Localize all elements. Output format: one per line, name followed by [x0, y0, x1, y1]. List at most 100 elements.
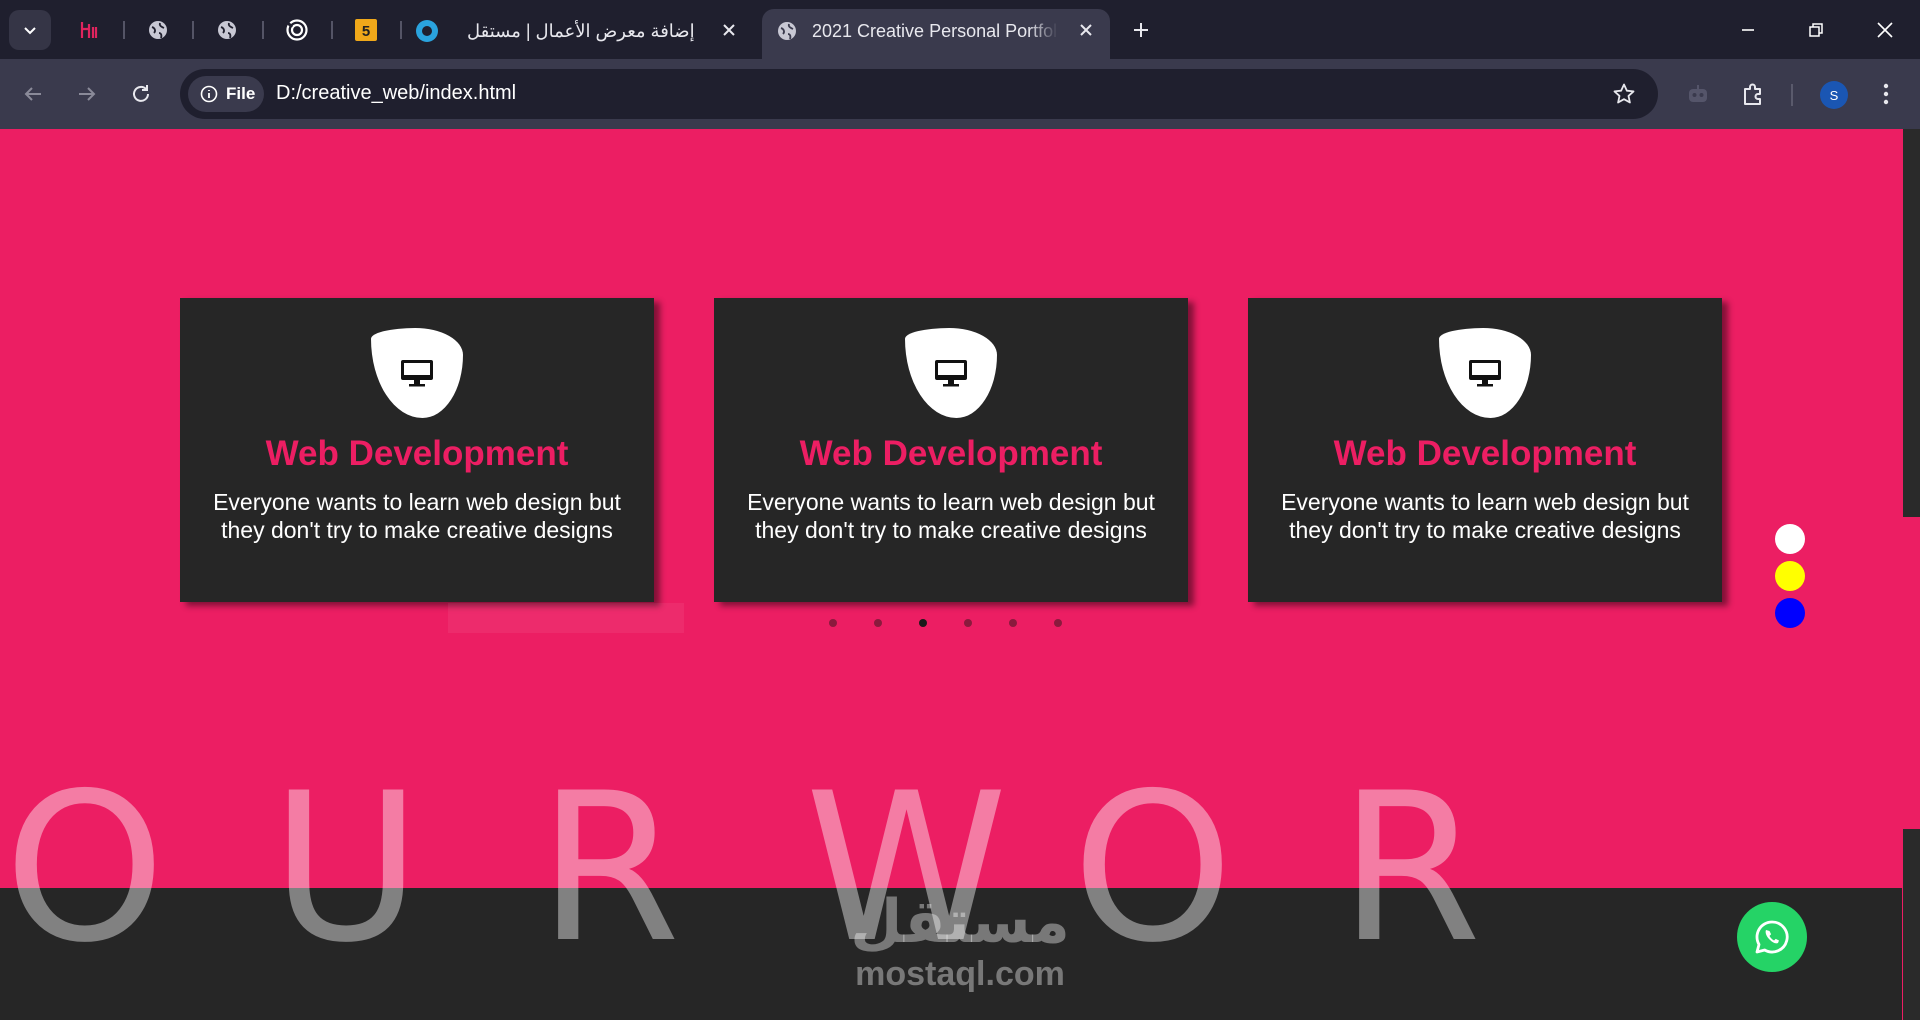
pinned-tab-globe-2[interactable]	[215, 18, 239, 42]
info-icon	[200, 85, 218, 103]
watermark-arabic: مستقل	[850, 887, 1070, 957]
carousel-dot[interactable]	[874, 619, 882, 627]
theme-swatch-white[interactable]	[1775, 524, 1805, 554]
tab-separator	[192, 21, 194, 39]
pinned-tab-globe-1[interactable]	[146, 18, 170, 42]
carousel-dot[interactable]	[919, 619, 927, 627]
toolbar-separator	[1791, 84, 1793, 106]
extensions-button[interactable]	[1736, 77, 1770, 111]
globe-icon	[149, 21, 167, 39]
restore-button[interactable]	[1801, 15, 1831, 45]
tab-close-button[interactable]	[718, 19, 740, 41]
heading-letter: O	[4, 750, 166, 988]
card-title: Web Development	[1333, 434, 1637, 473]
spiral-icon	[286, 19, 308, 41]
icon-blob	[1439, 328, 1531, 418]
tab-search-button[interactable]	[9, 10, 51, 50]
carousel-dot[interactable]	[1054, 619, 1062, 627]
whatsapp-button[interactable]	[1737, 902, 1807, 972]
url-text[interactable]: D:/creative_web/index.html	[276, 82, 516, 105]
extension-robot-button[interactable]	[1681, 77, 1715, 111]
puzzle-icon	[1744, 83, 1761, 105]
tab-title: إضافة معرض الأعمال | مستقل	[467, 20, 695, 41]
icon-blob	[905, 328, 997, 418]
h-logo-icon	[80, 22, 98, 38]
heading-letter: O	[1072, 750, 1234, 988]
whatsapp-icon	[1755, 920, 1789, 954]
profile-avatar[interactable]: S	[1820, 81, 1848, 109]
address-bar[interactable]: File D:/creative_web/index.html	[180, 69, 1658, 119]
faded-tooltip	[448, 603, 684, 633]
menu-button[interactable]	[1869, 77, 1903, 111]
tab-separator	[331, 21, 333, 39]
card-description: Everyone wants to learn web design but t…	[747, 489, 1155, 543]
mostaql-watermark: مستقل mostaql.com	[842, 887, 1078, 991]
profile-initial: S	[1829, 87, 1839, 103]
tab-mostaql[interactable]: إضافة معرض الأعمال | مستقل	[415, 14, 715, 48]
robot-icon	[1689, 85, 1707, 102]
html5-icon: 5	[355, 19, 377, 41]
minimize-icon	[1742, 29, 1754, 31]
carousel-dots	[829, 619, 1062, 629]
heading-letter: R	[538, 750, 681, 988]
globe-icon	[778, 22, 796, 40]
card-title: Web Development	[265, 434, 569, 473]
carousel-dot[interactable]	[964, 619, 972, 627]
tab-portfolio[interactable]: 2021 Creative Personal Portfolio	[776, 14, 1058, 48]
monitor-icon	[1469, 360, 1501, 387]
globe-icon	[218, 21, 236, 39]
pinned-tab-spiral[interactable]	[285, 18, 309, 42]
icon-blob	[371, 328, 463, 418]
heading-letter: U	[271, 750, 422, 988]
reload-button[interactable]	[124, 77, 158, 111]
site-info-chip[interactable]: File	[188, 76, 264, 112]
restore-icon	[1809, 23, 1823, 37]
arrow-left-icon	[24, 87, 41, 101]
carousel-dot[interactable]	[829, 619, 837, 627]
service-card[interactable]: Web Development Everyone wants to learn …	[180, 298, 654, 602]
chevron-down-icon	[24, 27, 36, 35]
theme-swatch-yellow[interactable]	[1775, 561, 1805, 591]
tab-strip: 5 إضافة معرض الأعمال | مستقل 2021 Creati…	[0, 0, 1920, 59]
card-title: Web Development	[799, 434, 1103, 473]
tab-title: 2021 Creative Personal Portfolio	[812, 20, 1058, 41]
tab-separator	[123, 21, 125, 39]
circle-logo-icon	[416, 20, 438, 42]
plus-icon	[1134, 23, 1148, 37]
tab-separator	[262, 21, 264, 39]
watermark-latin: mostaql.com	[855, 955, 1065, 993]
theme-swatch-blue[interactable]	[1775, 598, 1805, 628]
service-card[interactable]: Web Development Everyone wants to learn …	[714, 298, 1188, 602]
close-icon	[1877, 22, 1893, 38]
svg-text:5: 5	[362, 23, 370, 40]
site-info-label: File	[226, 84, 256, 103]
tab-close-button[interactable]	[1075, 19, 1097, 41]
pinned-tab-html5[interactable]: 5	[354, 18, 378, 42]
page-scrollbar[interactable]	[1902, 129, 1920, 1020]
close-icon	[723, 24, 735, 36]
new-tab-button[interactable]	[1128, 17, 1154, 43]
page-viewport: Web Development Everyone wants to learn …	[0, 129, 1920, 1020]
heading-letter: R	[1339, 750, 1482, 988]
monitor-icon	[401, 360, 433, 387]
more-vertical-icon	[1883, 83, 1889, 105]
tab-separator	[400, 21, 402, 39]
back-button[interactable]	[16, 77, 50, 111]
card-description: Everyone wants to learn web design but t…	[1281, 489, 1689, 543]
pinned-tab-h-logo[interactable]	[77, 18, 101, 42]
browser-toolbar: File D:/creative_web/index.html S	[0, 59, 1920, 129]
scrollbar-thumb[interactable]	[1903, 129, 1920, 517]
scrollbar-lower-segment	[1903, 829, 1920, 1020]
service-card[interactable]: Web Development Everyone wants to learn …	[1248, 298, 1722, 602]
monitor-icon	[935, 360, 967, 387]
arrow-right-icon	[79, 87, 96, 101]
star-icon	[1613, 83, 1635, 104]
carousel-dot[interactable]	[1009, 619, 1017, 627]
reload-icon	[133, 85, 149, 102]
close-window-button[interactable]	[1870, 15, 1900, 45]
forward-button[interactable]	[70, 77, 104, 111]
close-icon	[1080, 24, 1092, 36]
card-description: Everyone wants to learn web design but t…	[213, 489, 621, 543]
bookmark-button[interactable]	[1610, 80, 1638, 108]
minimize-button[interactable]	[1733, 15, 1763, 45]
